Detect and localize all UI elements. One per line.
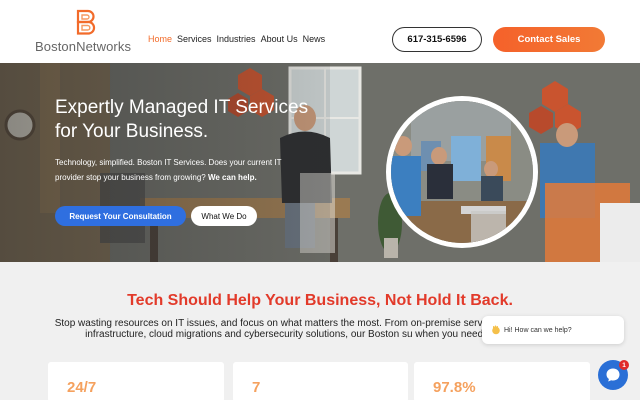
- chat-greeting-bubble[interactable]: Hi! How can we help?: [482, 316, 624, 344]
- nav-item-about-us[interactable]: About Us: [261, 34, 298, 44]
- what-we-do-button[interactable]: What We Do: [191, 206, 257, 226]
- nav-item-services[interactable]: Services: [177, 34, 212, 44]
- site-header: BostonNetworks Home Services Industries …: [0, 0, 640, 63]
- stat-card: 7: [233, 362, 408, 400]
- logo-text: BostonNetworks: [35, 39, 131, 54]
- hero-subtitle: Technology, simplified. Boston IT Servic…: [55, 155, 290, 185]
- nav-item-home[interactable]: Home: [148, 34, 172, 44]
- hero-section: Expertly Managed IT Services for Your Bu…: [0, 63, 640, 262]
- team-photo: [386, 96, 538, 248]
- logo-text-networks: Networks: [76, 39, 132, 54]
- phone-button[interactable]: 617-315-6596: [392, 27, 482, 52]
- contact-sales-button[interactable]: Contact Sales: [493, 27, 605, 52]
- stat-card: 24/7: [48, 362, 224, 400]
- team-photo-image: [391, 101, 533, 243]
- request-consultation-button[interactable]: Request Your Consultation: [55, 206, 186, 226]
- stat-value: 7: [252, 379, 261, 396]
- hero-subtitle-strong: We can help.: [207, 173, 257, 182]
- logo-text-boston: Boston: [35, 39, 77, 54]
- section-heading: Tech Should Help Your Business, Not Hold…: [127, 292, 513, 309]
- main-nav: Home Services Industries About Us News: [148, 34, 325, 44]
- chat-unread-badge: 1: [619, 360, 629, 370]
- waving-hand-icon: [492, 325, 500, 335]
- stat-card: 97.8%: [414, 362, 590, 400]
- nav-item-industries[interactable]: Industries: [217, 34, 256, 44]
- stat-value: 97.8%: [433, 379, 476, 396]
- nav-item-news[interactable]: News: [303, 34, 326, 44]
- stat-value: 24/7: [67, 379, 97, 396]
- logo[interactable]: BostonNetworks: [33, 8, 143, 56]
- chat-greeting-text: Hi! How can we help?: [504, 326, 572, 334]
- boston-networks-logo-icon: [76, 9, 96, 35]
- chat-icon: [606, 368, 620, 382]
- hero-title: Expertly Managed IT Services for Your Bu…: [55, 97, 309, 142]
